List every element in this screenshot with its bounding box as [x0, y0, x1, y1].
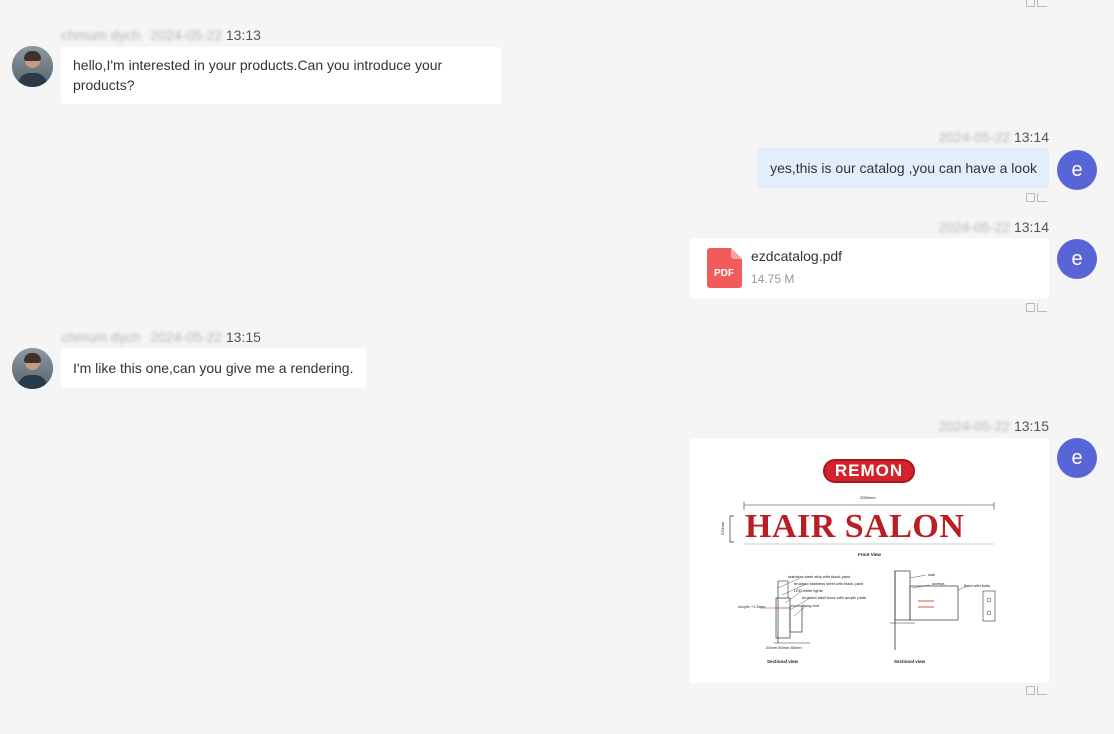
message-time: 13:15 [225, 329, 261, 345]
drawing-note: brushed stainless steel with black paint [794, 581, 864, 586]
incoming-message-bubble[interactable]: I'm like this one,can you give me a rend… [61, 348, 366, 388]
incoming-message-bubble[interactable]: hello,I'm interested in your products.Ca… [61, 47, 501, 104]
agent-avatar[interactable]: e [1057, 438, 1097, 478]
message-time: 13:13 [225, 27, 261, 43]
message-text: I'm like this one,can you give me a rend… [73, 360, 354, 376]
front-view-label: Front View [858, 552, 881, 557]
technical-drawing [729, 502, 996, 650]
message-meta: chmum dych 2024-05-22 13:13 [61, 27, 261, 43]
drawing-note: Acrylic +1.5mm [738, 604, 766, 609]
file-name[interactable]: ezdcatalog.pdf [751, 248, 842, 264]
sender-name: chmum dych [61, 329, 141, 345]
image-attachment[interactable]: REMON 2050mm 370mm HAIR SALON Front View… [690, 438, 1049, 683]
message-text: yes,this is our catalog ,you can have a … [770, 160, 1037, 176]
sender-name: chmum dych [61, 27, 141, 43]
message-date: 2024-05-22 [938, 129, 1011, 145]
agent-avatar[interactable]: e [1057, 150, 1097, 190]
height-dimension: 370mm [720, 521, 726, 536]
read-status-icon [1026, 686, 1048, 696]
read-status-icon [1026, 193, 1048, 203]
message-meta: chmum dych 2024-05-22 13:15 [61, 329, 261, 345]
message-date: 2024-05-22 [938, 418, 1011, 434]
width-dimension: 2050mm [860, 495, 876, 500]
message-date: 2024-05-22 [150, 329, 222, 345]
chat-window: { "messages": [ { "sender": "chmum dych"… [0, 0, 1114, 734]
message-date: 2024-05-22 [150, 27, 222, 43]
drawing-note: screws [932, 581, 945, 586]
message-meta: 2024-05-22 13:14 [938, 219, 1049, 235]
sectional-view-label: Sectional view [894, 659, 926, 664]
customer-avatar[interactable] [12, 46, 53, 87]
drawing-note: LED white lights [794, 588, 823, 593]
file-size: 14.75 M [751, 272, 795, 286]
drawing-note: fixing bolt [802, 603, 819, 608]
message-text: hello,I'm interested in your products.Ca… [73, 57, 443, 93]
drawing-note: stainless steel strip with black paint [788, 574, 851, 579]
message-time: 13:14 [1013, 219, 1049, 235]
drawing-note: wall [928, 572, 935, 577]
read-status-icon [1026, 303, 1048, 313]
message-time: 13:14 [1013, 129, 1049, 145]
file-attachment-card[interactable]: PDF ezdcatalog.pdf 14.75 M [690, 238, 1049, 299]
pdf-file-icon: PDF [707, 248, 742, 288]
drawing-note: brushed steel back with acrylic plate [802, 595, 867, 600]
message-date: 2024-05-22 [938, 219, 1011, 235]
message-meta: 2024-05-22 13:15 [938, 418, 1049, 434]
read-status-icon [1026, 0, 1048, 8]
message-time: 13:15 [1013, 418, 1049, 434]
outgoing-message-bubble[interactable]: yes,this is our catalog ,you can have a … [758, 148, 1049, 188]
svg-text:PDF: PDF [714, 268, 734, 279]
message-meta: 2024-05-22 13:14 [938, 129, 1049, 145]
drawing-note: 20mm 50mm 80mm [766, 645, 802, 650]
agent-avatar[interactable]: e [1057, 239, 1097, 279]
drawing-note: fixed with bolts [964, 583, 991, 588]
customer-avatar[interactable] [12, 348, 53, 389]
sign-text: HAIR SALON [745, 508, 965, 545]
sectional-view-label: Sectional view [767, 659, 799, 664]
